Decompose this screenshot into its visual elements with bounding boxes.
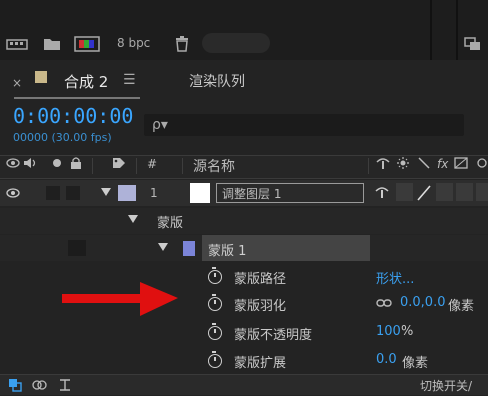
label-tag-icon[interactable] bbox=[112, 157, 126, 172]
effects-fx-icon[interactable]: fx bbox=[437, 157, 448, 171]
mask-opacity-stopwatch-icon[interactable] bbox=[208, 323, 222, 340]
trash-icon[interactable] bbox=[174, 35, 190, 53]
interpret-footage-icon[interactable] bbox=[6, 35, 28, 53]
layer-quality-switch-icon[interactable] bbox=[417, 185, 431, 205]
layer-frameblend-switch[interactable] bbox=[456, 183, 473, 201]
tab-composition[interactable]: 合成 2 bbox=[64, 71, 108, 92]
layer-effects-switch[interactable] bbox=[436, 183, 453, 201]
timeline-footer bbox=[0, 374, 488, 395]
layer-number: 1 bbox=[150, 186, 158, 200]
shy-icon[interactable] bbox=[376, 157, 390, 172]
motion-blur-icon[interactable] bbox=[475, 157, 487, 172]
mask-path-stopwatch-icon[interactable] bbox=[208, 267, 222, 284]
layer-collapse-switch[interactable] bbox=[396, 183, 413, 201]
mask-opacity-value[interactable]: 100 bbox=[376, 324, 401, 339]
mask-path-label: 蒙版路径 bbox=[234, 272, 287, 287]
column-number: # bbox=[147, 157, 158, 171]
mask-solo-cell[interactable] bbox=[68, 240, 86, 256]
layer-shy-switch-icon[interactable] bbox=[375, 186, 389, 202]
mask-feather-label: 蒙版羽化 bbox=[234, 299, 287, 314]
layer-solo-cell[interactable] bbox=[46, 186, 60, 200]
mask-expansion-label: 蒙版扩展 bbox=[234, 356, 287, 371]
new-folder-icon[interactable] bbox=[42, 35, 62, 53]
close-tab-icon[interactable]: × bbox=[12, 76, 22, 90]
constrain-link-icon[interactable] bbox=[376, 297, 392, 307]
video-eye-icon[interactable] bbox=[6, 157, 20, 172]
mask-expansion-stopwatch-icon[interactable] bbox=[208, 351, 222, 368]
adjustment-layer-thumbnail bbox=[190, 183, 210, 203]
mask-expand-icon[interactable] bbox=[158, 242, 168, 255]
search-icon[interactable]: ρ▾ bbox=[152, 117, 168, 133]
red-arrow-annotation bbox=[60, 280, 180, 324]
solo-dot-icon[interactable] bbox=[52, 157, 62, 172]
frame-count-display: 00000 (30.00 fps) bbox=[13, 131, 112, 144]
new-composition-icon[interactable] bbox=[74, 35, 100, 53]
mask-expansion-unit: 像素 bbox=[402, 356, 429, 371]
mask-feather-stopwatch-icon[interactable] bbox=[208, 294, 222, 311]
mask-group-expand-icon[interactable] bbox=[128, 214, 138, 227]
layer-expand-triangle-icon[interactable] bbox=[101, 186, 111, 201]
tab-render-queue[interactable]: 渲染队列 bbox=[189, 71, 245, 91]
active-tab-indicator bbox=[14, 97, 140, 99]
layer-motionblur-switch[interactable] bbox=[476, 183, 488, 201]
layer-search-input[interactable] bbox=[144, 114, 464, 136]
layer-name-text: 调整图层 1 bbox=[222, 187, 282, 201]
mask-path-value[interactable]: 形状... bbox=[376, 268, 414, 287]
toggle-switches-modes-button[interactable]: 切换开关/ bbox=[420, 377, 472, 394]
current-time-display[interactable]: 0:00:00:00 bbox=[13, 104, 133, 128]
column-source-name[interactable]: 源名称 bbox=[193, 156, 235, 176]
mask-color-swatch[interactable] bbox=[183, 241, 195, 256]
mask-opacity-label: 蒙版不透明度 bbox=[234, 328, 313, 343]
mask-opacity-unit: % bbox=[401, 324, 414, 339]
layer-visibility-eye-icon[interactable] bbox=[6, 187, 20, 203]
quality-slash-icon[interactable] bbox=[418, 157, 430, 172]
mask-feather-value[interactable]: 0.0,0.0 bbox=[400, 295, 445, 310]
mask-name-text: 蒙版 1 bbox=[208, 244, 247, 259]
layer-lock-cell[interactable] bbox=[66, 186, 80, 200]
lock-icon[interactable] bbox=[70, 157, 82, 172]
project-search-field[interactable] bbox=[202, 33, 270, 53]
panel-menu-icon[interactable]: ☰ bbox=[123, 72, 136, 88]
frame-blend-icon[interactable] bbox=[454, 157, 468, 172]
flowchart-icon[interactable] bbox=[463, 35, 483, 53]
comp-flowchart-icon[interactable] bbox=[8, 378, 22, 396]
audio-speaker-icon[interactable] bbox=[23, 157, 37, 172]
collapse-sun-icon[interactable] bbox=[397, 157, 409, 172]
layer-label-color[interactable] bbox=[118, 185, 136, 201]
in-out-icon[interactable] bbox=[58, 378, 72, 396]
comp-color-swatch bbox=[35, 71, 47, 83]
render-time-icon[interactable] bbox=[32, 378, 48, 396]
bit-depth-button[interactable]: 8 bpc bbox=[117, 36, 150, 50]
mask-feather-unit: 像素 bbox=[448, 299, 475, 314]
mask-group-row[interactable] bbox=[0, 208, 488, 234]
mask-group-label: 蒙版 bbox=[157, 216, 184, 231]
mask-expansion-value[interactable]: 0.0 bbox=[376, 352, 397, 367]
